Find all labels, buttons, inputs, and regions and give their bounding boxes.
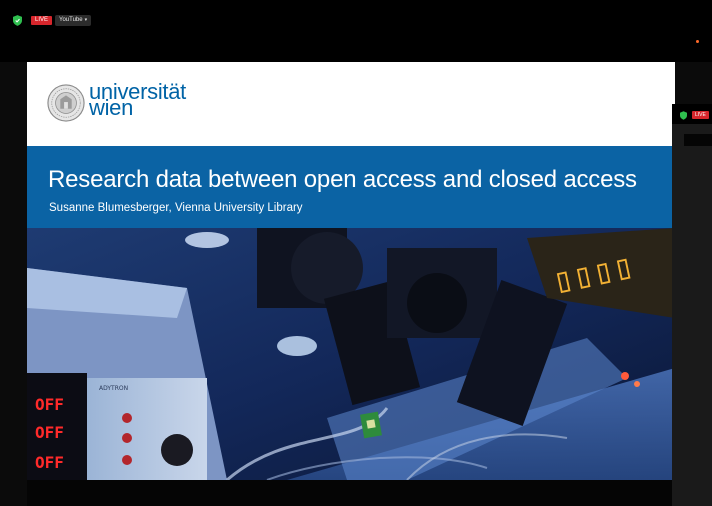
secondary-window-top-bar: LIVE [672, 104, 712, 124]
display-off-3: OFF [35, 453, 64, 472]
presentation-slide: universität wien OFF OFF OFF ADYTRON ▯▯▯… [27, 62, 675, 480]
live-badge: LIVE [31, 16, 53, 25]
university-seal-logo [47, 84, 85, 122]
recording-indicator-dot [696, 40, 699, 43]
shield-icon [680, 111, 687, 120]
secondary-live-badge: LIVE [692, 111, 709, 119]
video-letterbox-bottom [27, 480, 675, 506]
shield-icon [13, 15, 22, 26]
video-letterbox-top [0, 36, 712, 62]
university-logo-wordmark: universität wien [89, 81, 186, 119]
lab-equipment-photo: OFF OFF OFF ADYTRON ▯▯▯▯ [27, 228, 675, 480]
stream-target-dropdown[interactable]: YouTube ▾ [55, 15, 92, 26]
chevron-down-icon: ▾ [84, 17, 88, 23]
slide-title: Research data between open access and cl… [48, 166, 637, 193]
display-off-1: OFF [35, 395, 64, 414]
slide-subtitle: Susanne Blumesberger, Vienna University … [49, 202, 303, 214]
secondary-letterbox [684, 134, 712, 146]
window-top-bar: LIVE YouTube ▾ [0, 0, 712, 36]
slide-header: universität wien [27, 62, 675, 146]
stream-target-label: YouTube [59, 17, 83, 23]
display-off-2: OFF [35, 423, 64, 442]
secondary-preview-window[interactable]: LIVE [672, 104, 712, 506]
instrument-panel-label: ADYTRON [99, 385, 128, 392]
